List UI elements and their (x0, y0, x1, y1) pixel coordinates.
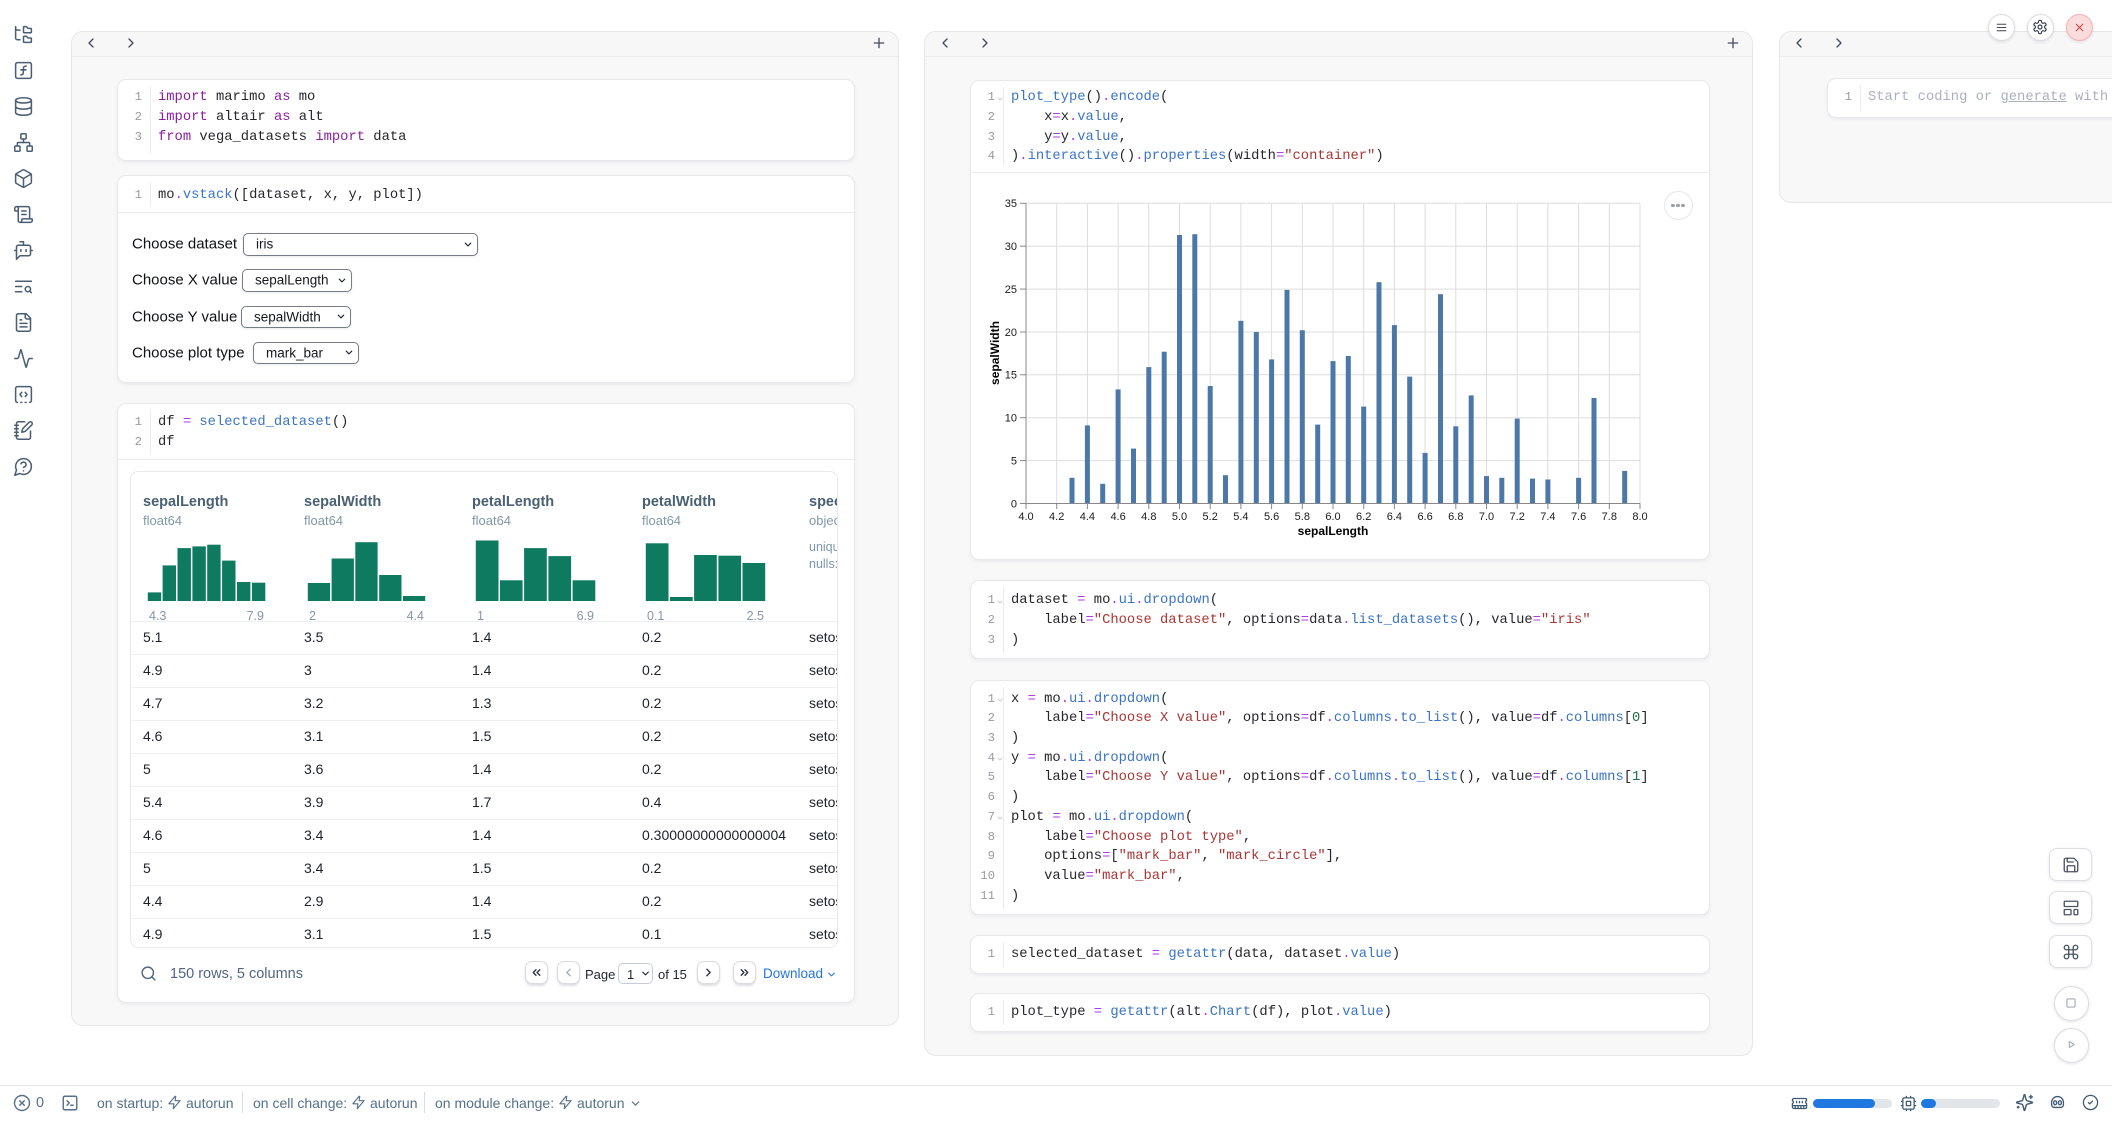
svg-text:6.6: 6.6 (1417, 511, 1432, 523)
svg-text:20: 20 (1005, 327, 1017, 339)
svg-text:5.4: 5.4 (1233, 511, 1248, 523)
svg-text:7.4: 7.4 (1540, 511, 1555, 523)
svg-text:4.6: 4.6 (1110, 511, 1125, 523)
svg-text:6.4: 6.4 (1387, 511, 1402, 523)
svg-text:4.8: 4.8 (1141, 511, 1156, 523)
svg-text:5.0: 5.0 (1172, 511, 1187, 523)
svg-text:7.2: 7.2 (1510, 511, 1525, 523)
svg-text:5: 5 (1011, 455, 1017, 467)
svg-text:7.6: 7.6 (1571, 511, 1586, 523)
svg-text:10: 10 (1005, 413, 1017, 425)
svg-text:4.4: 4.4 (1080, 511, 1095, 523)
svg-text:4.0: 4.0 (1018, 511, 1033, 523)
svg-text:6.0: 6.0 (1325, 511, 1340, 523)
svg-text:4.2: 4.2 (1049, 511, 1064, 523)
svg-text:8.0: 8.0 (1632, 511, 1647, 523)
svg-text:15: 15 (1005, 370, 1017, 382)
svg-text:30: 30 (1005, 241, 1017, 253)
svg-text:5.2: 5.2 (1203, 511, 1218, 523)
svg-text:7.8: 7.8 (1602, 511, 1617, 523)
svg-text:35: 35 (1005, 198, 1017, 210)
svg-text:0: 0 (1011, 498, 1017, 510)
svg-text:6.2: 6.2 (1356, 511, 1371, 523)
svg-text:25: 25 (1005, 284, 1017, 296)
svg-text:6.8: 6.8 (1448, 511, 1463, 523)
svg-text:7.0: 7.0 (1479, 511, 1494, 523)
svg-text:5.8: 5.8 (1295, 511, 1310, 523)
svg-text:sepalLength: sepalLength (1298, 524, 1369, 538)
svg-text:sepalWidth: sepalWidth (988, 321, 1002, 385)
svg-text:5.6: 5.6 (1264, 511, 1279, 523)
